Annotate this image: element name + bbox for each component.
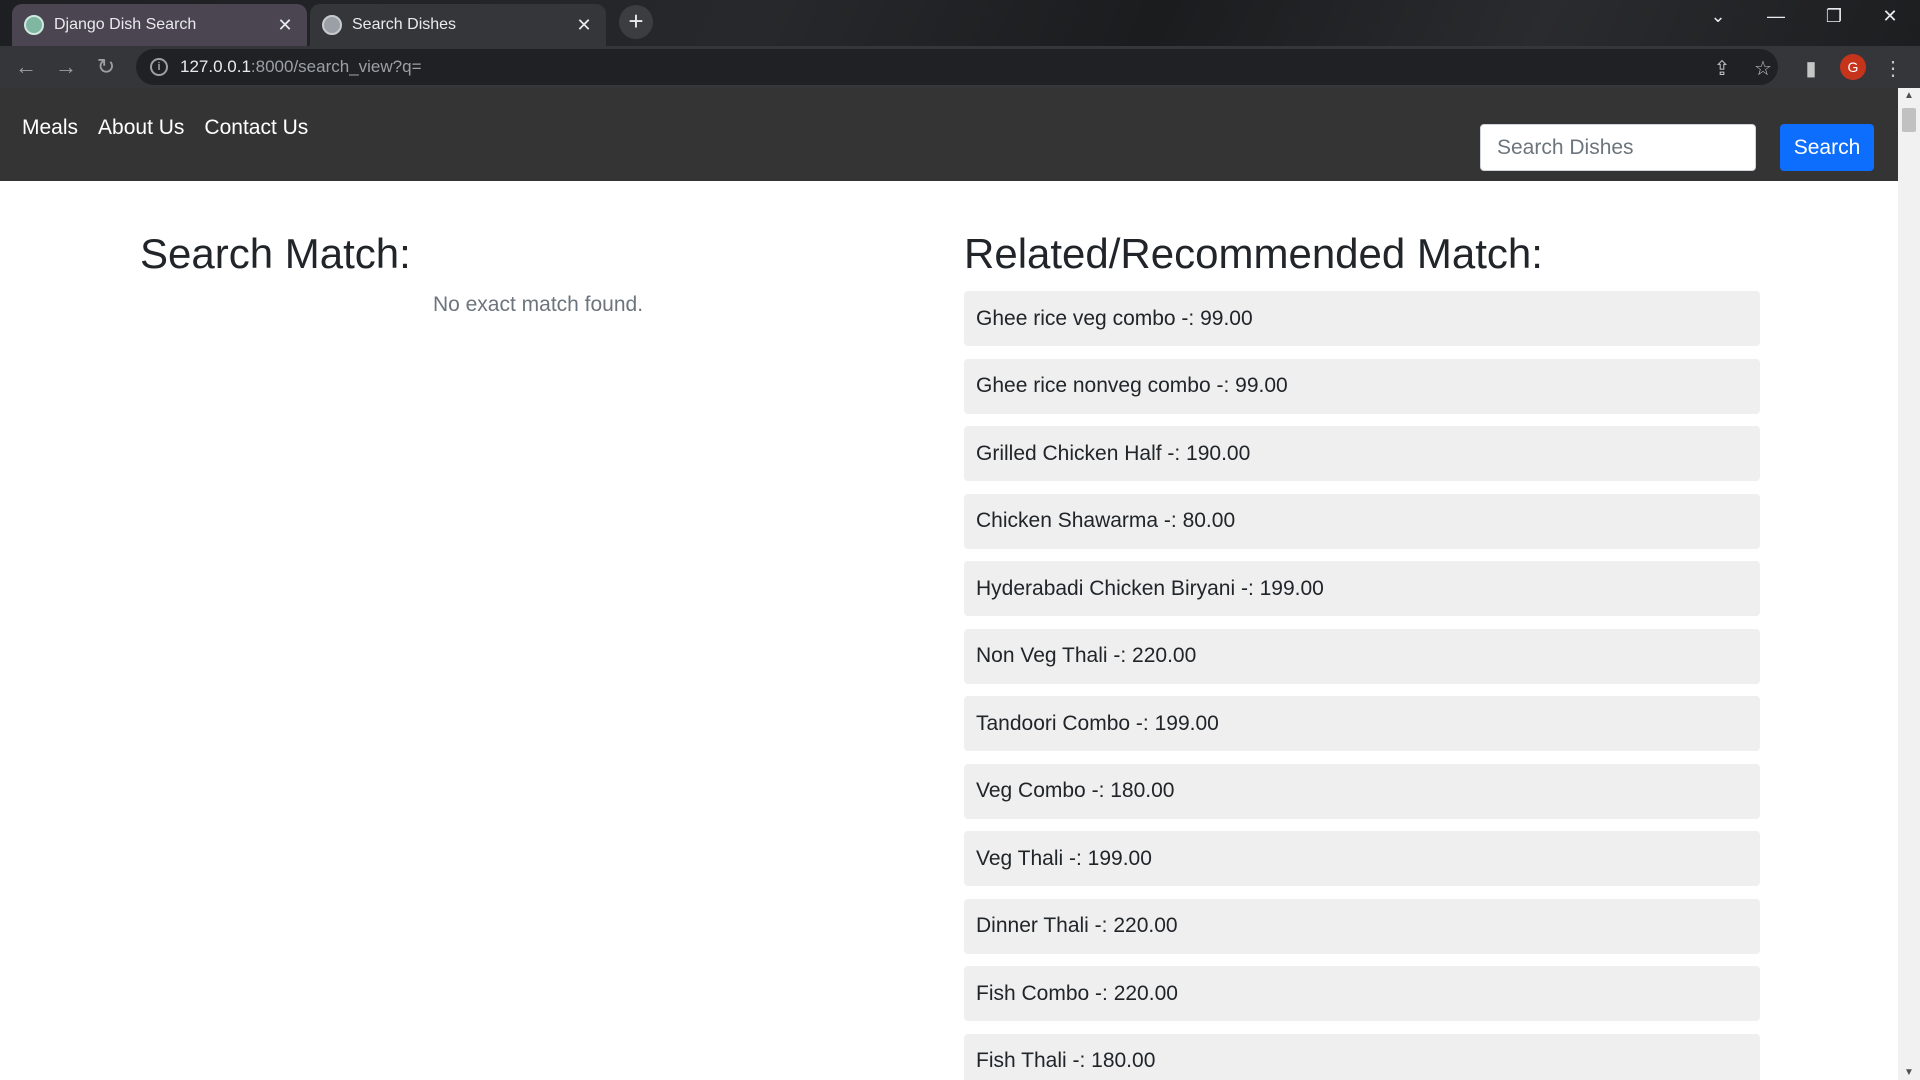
site-navbar: Meals About Us Contact Us Search	[0, 88, 1898, 181]
search-input[interactable]	[1480, 124, 1756, 171]
nav-link-about-us[interactable]: About Us	[98, 116, 184, 140]
bookmark-star-icon[interactable]: ☆	[1750, 56, 1776, 81]
search-match-heading: Search Match:	[140, 230, 411, 277]
no-match-message: No exact match found.	[432, 293, 644, 316]
tab-search-chevron-icon[interactable]: ⌄	[1698, 6, 1738, 27]
close-tab-icon[interactable]: ✕	[574, 15, 594, 36]
menu-kebab-icon[interactable]: ⋮	[1880, 56, 1906, 81]
search-match-column: Search Match: No exact match found.	[140, 229, 936, 317]
side-panel-icon[interactable]: ▮	[1798, 56, 1824, 81]
tab-django-dish-search[interactable]: Django Dish Search ✕	[12, 4, 307, 46]
related-dish-list: Ghee rice veg combo -: 99.00 Ghee rice n…	[964, 291, 1760, 1080]
list-item: Veg Thali -: 199.00	[964, 831, 1760, 886]
search-form: Search	[1480, 124, 1874, 171]
list-item: Grilled Chicken Half -: 190.00	[964, 426, 1760, 481]
reload-icon[interactable]: ↻	[92, 54, 120, 82]
tab-search-dishes[interactable]: Search Dishes ✕	[310, 4, 606, 46]
scrollbar-thumb[interactable]	[1902, 108, 1916, 132]
list-item: Fish Thali -: 180.00	[964, 1033, 1760, 1080]
minimize-icon[interactable]: —	[1756, 6, 1796, 27]
list-item: Hyderabadi Chicken Biryani -: 199.00	[964, 561, 1760, 616]
list-item: Veg Combo -: 180.00	[964, 763, 1760, 819]
address-bar[interactable]: i 127.0.0.1:8000/search_view?q=	[136, 49, 1778, 85]
search-button[interactable]: Search	[1780, 124, 1874, 171]
nav-link-contact-us[interactable]: Contact Us	[204, 116, 308, 140]
profile-avatar[interactable]: G	[1840, 54, 1866, 80]
list-item: Tandoori Combo -: 199.00	[964, 696, 1760, 751]
nav-link-meals[interactable]: Meals	[22, 116, 78, 140]
url-host: 127.0.0.1	[180, 57, 251, 76]
page-viewport: Meals About Us Contact Us Search Search …	[0, 88, 1898, 1080]
list-item: Ghee rice nonveg combo -: 99.00	[964, 358, 1760, 414]
tab-title: Search Dishes	[352, 16, 457, 33]
back-arrow-icon[interactable]: ←	[12, 54, 40, 82]
related-match-heading: Related/Recommended Match:	[964, 230, 1543, 277]
globe-favicon-icon	[322, 15, 342, 35]
forward-arrow-icon[interactable]: →	[52, 54, 80, 82]
site-info-icon[interactable]: i	[150, 58, 168, 76]
tab-title: Django Dish Search	[54, 16, 197, 33]
scroll-down-arrow-icon[interactable]: ▼	[1904, 1067, 1914, 1078]
new-tab-button[interactable]: +	[619, 5, 653, 39]
browser-tab-strip: Django Dish Search ✕ Search Dishes ✕ + ⌄…	[0, 0, 1920, 46]
list-item: Fish Combo -: 220.00	[964, 966, 1760, 1021]
list-item: Non Veg Thali -: 220.00	[964, 628, 1760, 684]
list-item: Chicken Shawarma -: 80.00	[964, 493, 1760, 549]
close-tab-icon[interactable]: ✕	[275, 15, 295, 36]
window-close-icon[interactable]: ✕	[1870, 6, 1910, 27]
related-match-column: Related/Recommended Match: Ghee rice veg…	[964, 229, 1760, 1080]
browser-toolbar: ← → ↻ i 127.0.0.1:8000/search_view?q= ⇪ …	[0, 46, 1920, 88]
url-path: :8000/search_view?q=	[250, 57, 422, 76]
vertical-scrollbar[interactable]: ▲ ▼	[1898, 88, 1920, 1080]
share-icon[interactable]: ⇪	[1709, 56, 1735, 81]
list-item: Dinner Thali -: 220.00	[964, 898, 1760, 954]
list-item: Ghee rice veg combo -: 99.00	[964, 291, 1760, 346]
restore-icon[interactable]: ❐	[1814, 6, 1854, 27]
chatgpt-favicon-icon	[24, 15, 44, 35]
scroll-up-arrow-icon[interactable]: ▲	[1904, 90, 1914, 101]
